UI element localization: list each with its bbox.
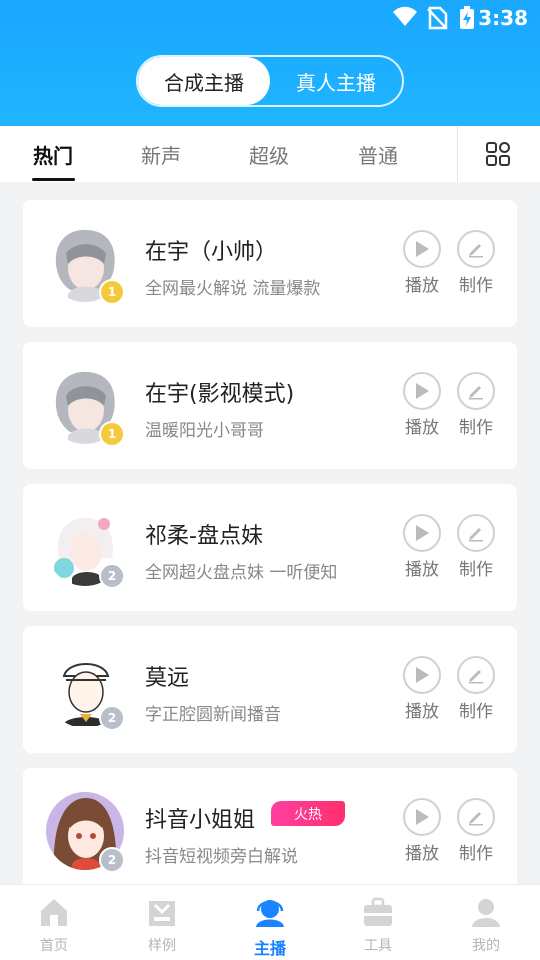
anchor-name: 莫远 <box>145 666 190 691</box>
anchor-name: 祁柔-盘点妹 <box>145 524 263 549</box>
nav-label: 主播 <box>253 939 286 958</box>
nav-label: 工具 <box>364 938 392 954</box>
make-label: 制作 <box>459 560 493 580</box>
tab-super[interactable]: 超级 <box>249 140 289 169</box>
edit-icon <box>469 386 483 400</box>
rank-medal-icon: 1 <box>99 279 125 305</box>
nav-label: 我的 <box>472 938 500 954</box>
anchor-description: 全网超火盘点妹 一听便知 <box>145 563 338 583</box>
tab-real-anchor[interactable]: 真人主播 <box>270 57 402 105</box>
tab-underline <box>32 178 75 181</box>
header: 3:38 合成主播 真人主播 <box>0 0 540 126</box>
edit-icon <box>469 670 483 684</box>
play-button[interactable]: 播放 <box>401 514 443 580</box>
nav-mine[interactable]: 我的 <box>451 895 521 955</box>
make-label: 制作 <box>459 276 493 296</box>
play-icon <box>416 383 429 399</box>
nav-anchors[interactable]: 主播 <box>235 895 305 959</box>
home-icon <box>41 899 67 926</box>
nav-label: 样例 <box>148 938 176 954</box>
anchor-name: 抖音小姐姐 <box>145 808 256 833</box>
anchor-card[interactable]: 2 抖音小姐姐 火热 抖音短视频旁白解说 播放 制作 <box>23 768 517 895</box>
anchor-card[interactable]: 2 祁柔-盘点妹 全网超火盘点妹 一听便知 播放 制作 <box>23 484 517 611</box>
toolbox-icon <box>364 897 392 926</box>
headset-user-icon <box>256 900 284 927</box>
make-button[interactable]: 制作 <box>455 230 497 296</box>
play-label: 播放 <box>405 276 439 296</box>
anchor-description: 全网最火解说 流量爆款 <box>145 279 321 299</box>
make-button[interactable]: 制作 <box>455 372 497 438</box>
play-label: 播放 <box>405 702 439 722</box>
tab-new-voice[interactable]: 新声 <box>141 140 181 169</box>
play-label: 播放 <box>405 418 439 438</box>
rank-medal-icon: 1 <box>99 421 125 447</box>
play-button[interactable]: 播放 <box>401 230 443 296</box>
make-label: 制作 <box>459 418 493 438</box>
rank-medal-icon: 2 <box>99 847 125 873</box>
tab-hot[interactable]: 热门 <box>33 140 73 169</box>
wifi-icon <box>393 6 417 26</box>
anchor-description: 温暖阳光小哥哥 <box>145 421 264 441</box>
status-bar: 3:38 <box>0 0 540 36</box>
edit-icon <box>469 812 483 826</box>
battery-charging-icon <box>460 6 474 29</box>
samples-icon <box>149 901 175 926</box>
category-tabs: 热门 新声 超级 普通 <box>0 126 540 182</box>
play-icon <box>416 525 429 541</box>
hot-badge: 火热 <box>271 801 345 826</box>
play-button[interactable]: 播放 <box>401 372 443 438</box>
anchor-name: 在宇（小帅） <box>145 240 278 265</box>
tab-synthetic-anchor[interactable]: 合成主播 <box>138 57 270 105</box>
tab-divider <box>457 126 458 182</box>
anchor-description: 抖音短视频旁白解说 <box>145 847 298 867</box>
grid-icon[interactable] <box>485 141 511 167</box>
make-label: 制作 <box>459 844 493 864</box>
nav-home[interactable]: 首页 <box>19 895 89 955</box>
anchor-name: 在宇(影视模式) <box>145 382 295 407</box>
make-button[interactable]: 制作 <box>455 514 497 580</box>
nav-tools[interactable]: 工具 <box>343 895 413 955</box>
anchor-type-switch: 合成主播 真人主播 <box>136 55 404 107</box>
anchor-card[interactable]: 2 莫远 字正腔圆新闻播音 播放 制作 <box>23 626 517 753</box>
bottom-nav: 首页 样例 主播 工具 我的 <box>0 884 540 960</box>
play-icon <box>416 667 429 683</box>
no-sim-icon <box>427 6 448 30</box>
anchor-description: 字正腔圆新闻播音 <box>145 705 281 725</box>
make-button[interactable]: 制作 <box>455 798 497 864</box>
play-button[interactable]: 播放 <box>401 656 443 722</box>
play-button[interactable]: 播放 <box>401 798 443 864</box>
anchor-card[interactable]: 1 在宇(影视模式) 温暖阳光小哥哥 播放 制作 <box>23 342 517 469</box>
rank-medal-icon: 2 <box>99 563 125 589</box>
make-button[interactable]: 制作 <box>455 656 497 722</box>
play-label: 播放 <box>405 560 439 580</box>
play-label: 播放 <box>405 844 439 864</box>
play-icon <box>416 241 429 257</box>
edit-icon <box>469 528 483 542</box>
status-time: 3:38 <box>478 6 528 30</box>
user-icon <box>472 899 500 927</box>
make-label: 制作 <box>459 702 493 722</box>
edit-icon <box>469 244 483 258</box>
tab-normal[interactable]: 普通 <box>358 140 398 169</box>
anchor-card[interactable]: 1 在宇（小帅） 全网最火解说 流量爆款 播放 制作 <box>23 200 517 327</box>
play-icon <box>416 809 429 825</box>
nav-samples[interactable]: 样例 <box>127 895 197 955</box>
rank-medal-icon: 2 <box>99 705 125 731</box>
nav-label: 首页 <box>40 938 68 954</box>
